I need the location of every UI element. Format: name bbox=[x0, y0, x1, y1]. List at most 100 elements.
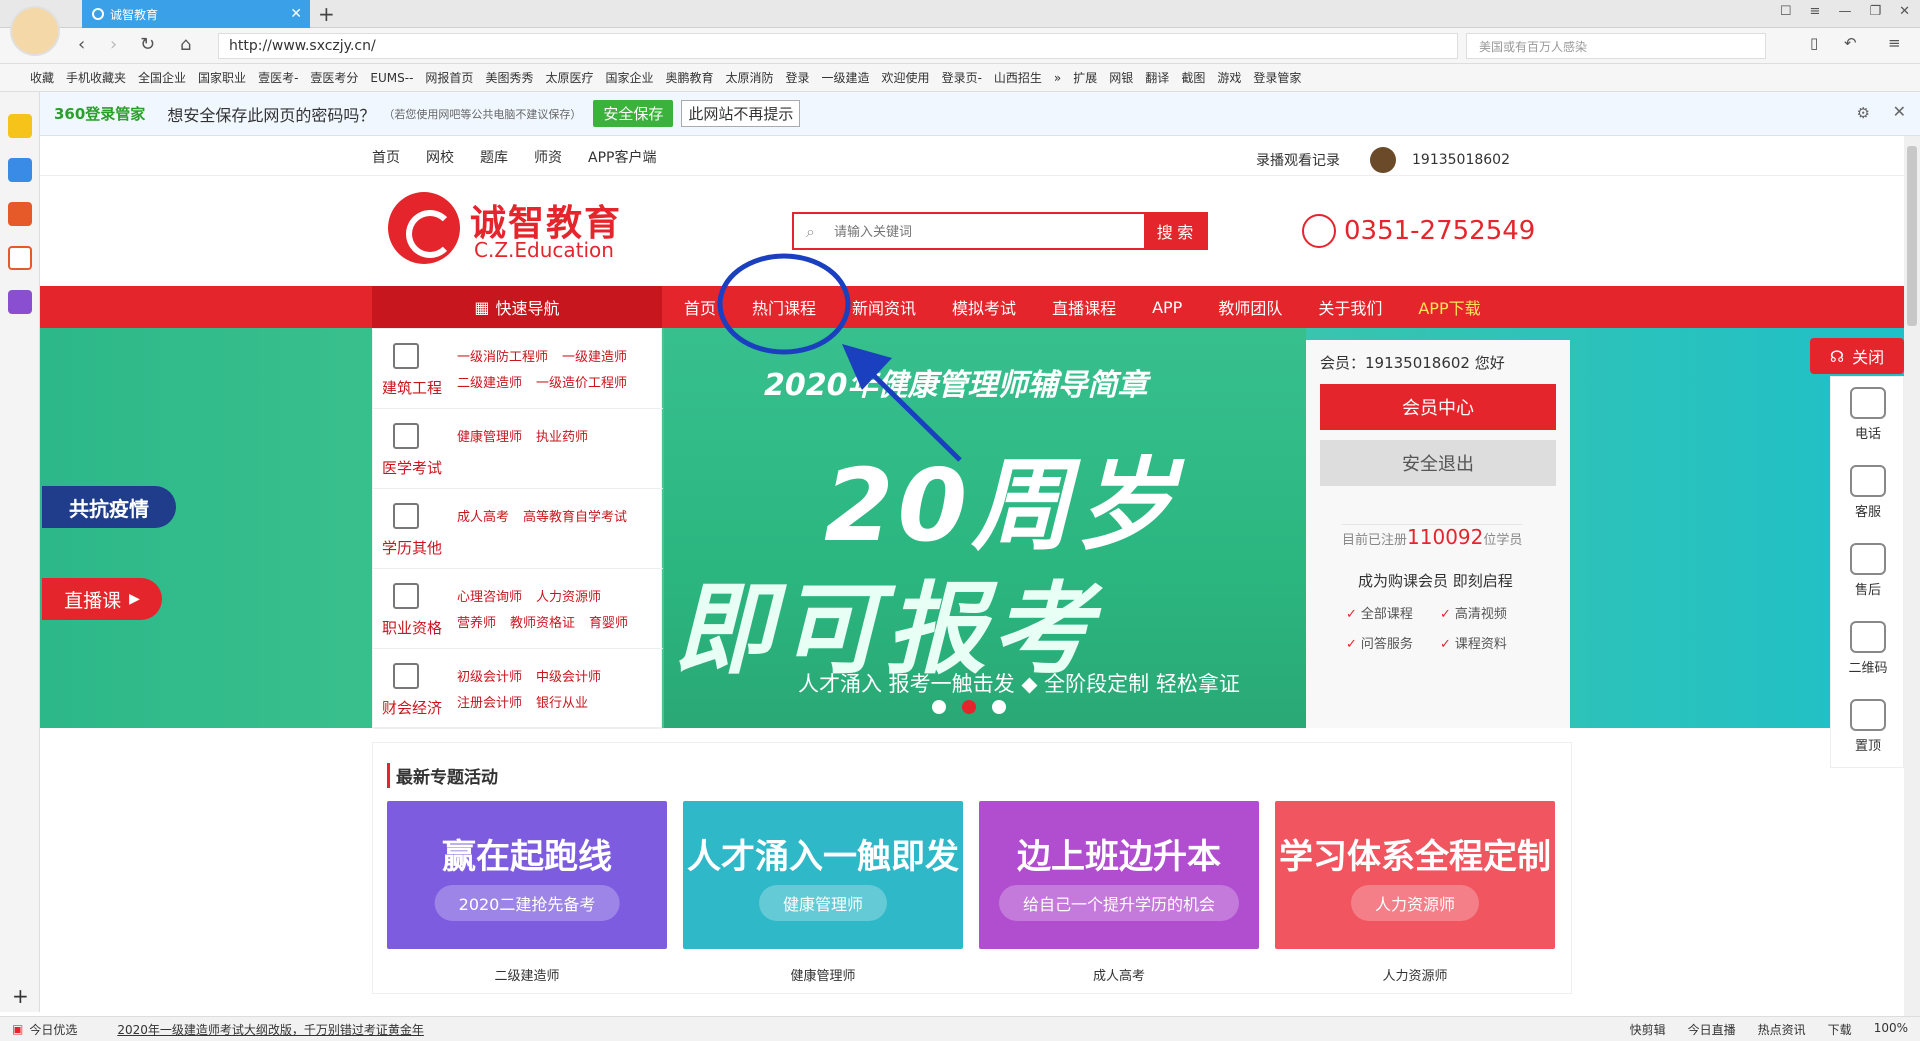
status-left[interactable]: 今日优选 bbox=[29, 1021, 77, 1038]
bookmark-item[interactable]: 全国企业 bbox=[138, 69, 186, 86]
category-name[interactable]: 医学考试 bbox=[379, 457, 445, 478]
skin-icon[interactable]: ☐ bbox=[1780, 4, 1792, 19]
close-float-button[interactable]: ☊ 关闭 bbox=[1810, 338, 1904, 374]
carousel-dot[interactable] bbox=[992, 700, 1006, 714]
close-window-icon[interactable]: ✕ bbox=[1899, 4, 1910, 19]
category-name[interactable]: 职业资格 bbox=[379, 617, 445, 638]
bookmark-item[interactable]: 扩展 bbox=[1073, 69, 1097, 86]
bookmark-item[interactable]: 登录页- bbox=[942, 69, 982, 86]
category-name[interactable]: 学历其他 bbox=[379, 537, 445, 558]
logout-button[interactable]: 安全退出 bbox=[1320, 440, 1556, 486]
bookmark-item[interactable]: 壹医考- bbox=[258, 69, 298, 86]
main-nav-item[interactable]: APP bbox=[1152, 298, 1182, 317]
restore-icon[interactable]: ❐ bbox=[1869, 4, 1881, 19]
bookmark-icon[interactable]: ▯ bbox=[1810, 34, 1818, 52]
bookmark-item[interactable]: 翻译 bbox=[1145, 69, 1169, 86]
main-nav-app-download[interactable]: APP下载 bbox=[1418, 295, 1480, 319]
float-4[interactable]: 置顶 bbox=[1831, 689, 1905, 767]
bookmark-item[interactable]: 欢迎使用 bbox=[882, 69, 930, 86]
favorites-icon[interactable] bbox=[8, 114, 32, 138]
status-item[interactable]: 快剪辑 bbox=[1630, 1021, 1666, 1038]
status-item[interactable]: 今日直播 bbox=[1688, 1021, 1736, 1038]
top-nav-link[interactable]: 首页 bbox=[372, 147, 400, 167]
category-link[interactable]: 教师资格证 bbox=[510, 616, 575, 631]
topic-card[interactable]: 赢在起跑线 2020二建抢先备考 二级建造师 bbox=[387, 801, 667, 984]
bookmark-item[interactable]: 截图 bbox=[1181, 69, 1205, 86]
close-bar-icon[interactable]: ✕ bbox=[1893, 102, 1906, 121]
pw-never-button[interactable]: 此网站不再提示 bbox=[681, 100, 801, 127]
category-link[interactable]: 注册会计师 bbox=[457, 696, 522, 711]
main-nav-item[interactable]: 模拟考试 bbox=[952, 295, 1016, 319]
float-0[interactable]: 电话 bbox=[1831, 377, 1905, 455]
category-link[interactable]: 育婴师 bbox=[589, 616, 628, 631]
bookmark-item[interactable]: EUMS-- bbox=[370, 71, 413, 85]
category-link[interactable]: 心理咨询师 bbox=[457, 590, 522, 605]
bookmark-item[interactable]: 国家职业 bbox=[198, 69, 246, 86]
card-caption[interactable]: 成人高考 bbox=[979, 965, 1259, 984]
bookmark-item[interactable]: 收藏 bbox=[30, 69, 54, 86]
menu-icon[interactable]: ≡ bbox=[1810, 4, 1821, 19]
category-link[interactable]: 中级会计师 bbox=[536, 670, 601, 685]
topic-card[interactable]: 人才涌入一触即发 健康管理师 健康管理师 bbox=[683, 801, 963, 984]
bookmark-item[interactable]: 手机收藏夹 bbox=[66, 69, 126, 86]
user-account[interactable]: 19135018602 bbox=[1412, 152, 1510, 168]
topic-card[interactable]: 边上班边升本 给自己一个提升学历的机会 成人高考 bbox=[979, 801, 1259, 984]
bookmark-item[interactable]: 山西招生 bbox=[994, 69, 1042, 86]
float-1[interactable]: 客服 bbox=[1831, 455, 1905, 533]
category-link[interactable]: 初级会计师 bbox=[457, 670, 522, 685]
bookmark-item[interactable]: 奥鹏教育 bbox=[665, 69, 713, 86]
topic-card[interactable]: 学习体系全程定制 人力资源师 人力资源师 bbox=[1275, 801, 1555, 984]
bookmark-item[interactable]: 登录管家 bbox=[1253, 69, 1301, 86]
browser-avatar[interactable] bbox=[10, 6, 60, 56]
new-tab-icon[interactable]: + bbox=[318, 2, 335, 26]
bookmark-item[interactable]: 网银 bbox=[1109, 69, 1133, 86]
main-nav-item[interactable]: 直播课程 bbox=[1052, 295, 1116, 319]
category-link[interactable]: 执业药师 bbox=[536, 430, 588, 445]
main-nav-item[interactable]: 热门课程 bbox=[752, 295, 816, 319]
history-link[interactable]: 录播观看记录 bbox=[1256, 150, 1340, 170]
category-link[interactable]: 营养师 bbox=[457, 616, 496, 631]
weibo-icon[interactable] bbox=[8, 202, 32, 226]
category-item[interactable]: 建筑工程 一级消防工程师 一级建造师二级建造师 一级造价工程师 bbox=[373, 329, 663, 409]
scrollbar-thumb[interactable] bbox=[1907, 146, 1917, 326]
forward-icon[interactable]: › bbox=[110, 34, 117, 55]
category-item[interactable]: 财会经济 初级会计师 中级会计师注册会计师 银行从业 bbox=[373, 649, 663, 729]
float-3[interactable]: 二维码 bbox=[1831, 611, 1905, 689]
page-scrollbar[interactable] bbox=[1904, 136, 1920, 1016]
status-item[interactable]: 热点资讯 bbox=[1758, 1021, 1806, 1038]
top-nav-link[interactable]: 网校 bbox=[426, 147, 454, 167]
category-link[interactable]: 一级消防工程师 bbox=[457, 350, 548, 365]
carousel-slide[interactable]: 2020年健康管理师辅导简章 20周岁 即可报考 人才涌入 报考一触击发 ◆ 全… bbox=[664, 328, 1306, 728]
main-nav-item[interactable]: 关于我们 bbox=[1318, 295, 1382, 319]
float-2[interactable]: 售后 bbox=[1831, 533, 1905, 611]
member-center-button[interactable]: 会员中心 bbox=[1320, 384, 1556, 430]
category-link[interactable]: 二级建造师 bbox=[457, 376, 522, 391]
main-nav-item[interactable]: 首页 bbox=[684, 295, 716, 319]
category-link[interactable]: 一级造价工程师 bbox=[536, 376, 627, 391]
minimize-icon[interactable]: — bbox=[1838, 4, 1851, 19]
status-item[interactable]: 100% bbox=[1874, 1021, 1908, 1038]
top-nav-link[interactable]: 题库 bbox=[480, 147, 508, 167]
category-link[interactable]: 成人高考 bbox=[457, 510, 509, 525]
browser-search-input[interactable]: 美国或有百万人感染 bbox=[1466, 33, 1766, 59]
status-news[interactable]: 2020年一级建造师考试大纲改版，千万别错过考证黄金年 bbox=[117, 1021, 424, 1038]
top-nav-link[interactable]: 师资 bbox=[534, 147, 562, 167]
carousel-dot[interactable] bbox=[932, 700, 946, 714]
quick-nav[interactable]: ▦ 快速导航 bbox=[372, 286, 662, 328]
category-link[interactable]: 人力资源师 bbox=[536, 590, 601, 605]
bookmark-item[interactable]: 网报首页 bbox=[425, 69, 473, 86]
category-link[interactable]: 健康管理师 bbox=[457, 430, 522, 445]
category-name[interactable]: 建筑工程 bbox=[379, 377, 445, 398]
undo-icon[interactable]: ↶ bbox=[1844, 34, 1857, 52]
category-link[interactable]: 一级建造师 bbox=[562, 350, 627, 365]
mail-icon[interactable] bbox=[8, 246, 32, 270]
address-bar[interactable]: http://www.sxczjy.cn/ bbox=[218, 33, 1458, 59]
bookmark-item[interactable]: 太原消防 bbox=[726, 69, 774, 86]
close-tab-icon[interactable]: ✕ bbox=[290, 6, 302, 22]
site-search-button[interactable]: 搜 索 bbox=[1144, 214, 1206, 248]
bookmark-item[interactable]: 壹医考分 bbox=[310, 69, 358, 86]
bookmark-item[interactable]: 国家企业 bbox=[605, 69, 653, 86]
bookmark-item[interactable]: 游戏 bbox=[1217, 69, 1241, 86]
bookmark-item[interactable]: » bbox=[1054, 71, 1061, 85]
settings-icon[interactable]: ⚙ bbox=[1857, 104, 1870, 122]
